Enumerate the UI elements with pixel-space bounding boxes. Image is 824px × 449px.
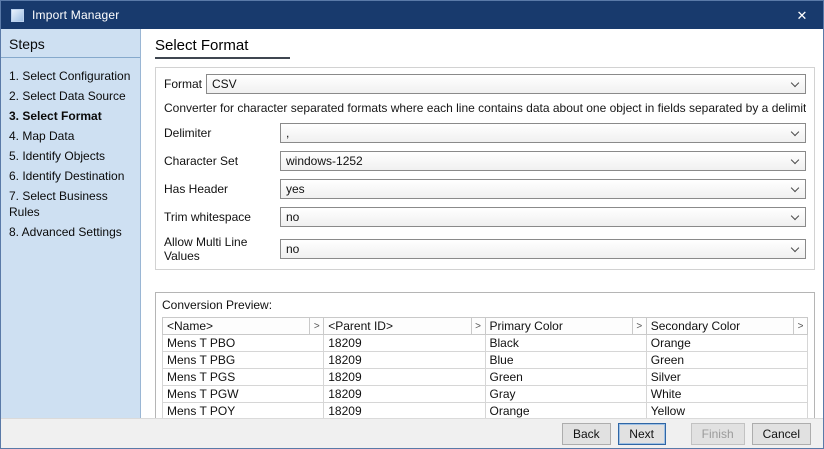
trim-whitespace-value: no: [286, 210, 299, 224]
has-header-value: yes: [286, 182, 305, 196]
format-settings-panel: Format CSV Converter for character separ…: [155, 67, 815, 270]
character-set-label: Character Set: [164, 154, 280, 168]
sidebar-item-select-data-source[interactable]: 2. Select Data Source: [5, 86, 136, 106]
chevron-down-icon: [791, 212, 799, 220]
column-expand-icon[interactable]: >: [793, 318, 807, 334]
cell-parent-id: 18209: [324, 369, 485, 386]
title-bar[interactable]: Import Manager ✕: [1, 1, 823, 29]
cell-secondary-color: Orange: [646, 335, 807, 352]
column-header-parent-id[interactable]: <Parent ID> >: [324, 318, 485, 335]
chevron-down-icon: [791, 79, 799, 87]
character-set-select[interactable]: windows-1252: [280, 151, 806, 171]
chevron-down-icon: [791, 128, 799, 136]
table-row: Mens T PBG 18209 Blue Green: [163, 352, 808, 369]
steps-sidebar: Steps 1. Select Configuration 2. Select …: [1, 29, 141, 418]
has-header-select[interactable]: yes: [280, 179, 806, 199]
table-row: Mens T PGS 18209 Green Silver: [163, 369, 808, 386]
delimiter-value: ,: [286, 126, 289, 140]
trim-whitespace-select[interactable]: no: [280, 207, 806, 227]
chevron-down-icon: [791, 244, 799, 252]
preview-table: <Name> > <Parent ID> > Primary Color >: [162, 317, 808, 420]
steps-list: 1. Select Configuration 2. Select Data S…: [1, 58, 140, 250]
format-description: Converter for character separated format…: [164, 101, 806, 115]
app-icon: [11, 9, 24, 22]
cell-primary-color: Black: [485, 335, 646, 352]
cell-secondary-color: Silver: [646, 369, 807, 386]
delimiter-select[interactable]: ,: [280, 123, 806, 143]
table-row: Mens T PGW 18209 Gray White: [163, 386, 808, 403]
cell-parent-id: 18209: [324, 335, 485, 352]
table-row: Mens T PBO 18209 Black Orange: [163, 335, 808, 352]
format-label: Format: [164, 77, 206, 91]
trim-whitespace-label: Trim whitespace: [164, 210, 280, 224]
delimiter-row: Delimiter ,: [164, 123, 806, 143]
cell-primary-color: Blue: [485, 352, 646, 369]
sidebar-item-select-business-rules[interactable]: 7. Select Business Rules: [5, 186, 136, 222]
chevron-down-icon: [791, 184, 799, 192]
dialog-footer: Back Next Finish Cancel: [1, 418, 823, 448]
finish-button[interactable]: Finish: [691, 423, 745, 445]
character-set-row: Character Set windows-1252: [164, 151, 806, 171]
sidebar-item-identify-objects[interactable]: 5. Identify Objects: [5, 146, 136, 166]
window-title: Import Manager: [32, 8, 120, 22]
format-value: CSV: [212, 77, 237, 91]
column-expand-icon[interactable]: >: [309, 318, 323, 334]
format-row: Format CSV: [164, 74, 806, 94]
multi-line-values-value: no: [286, 242, 299, 256]
cell-parent-id: 18209: [324, 403, 485, 420]
cell-secondary-color: Green: [646, 352, 807, 369]
preview-header-row: <Name> > <Parent ID> > Primary Color >: [163, 318, 808, 335]
cell-name: Mens T PGS: [163, 369, 324, 386]
sidebar-item-select-format[interactable]: 3. Select Format: [5, 106, 136, 126]
column-header-secondary-color[interactable]: Secondary Color >: [646, 318, 807, 335]
cell-name: Mens T PBG: [163, 352, 324, 369]
cell-name: Mens T POY: [163, 403, 324, 420]
multi-line-values-label: Allow Multi Line Values: [164, 235, 280, 263]
cell-primary-color: Gray: [485, 386, 646, 403]
conversion-preview-label: Conversion Preview:: [162, 298, 808, 312]
dialog-body: Steps 1. Select Configuration 2. Select …: [1, 29, 823, 418]
page-title: Select Format: [155, 35, 290, 59]
multi-line-values-select[interactable]: no: [280, 239, 806, 259]
cell-primary-color: Orange: [485, 403, 646, 420]
next-button[interactable]: Next: [618, 423, 666, 445]
cell-name: Mens T PGW: [163, 386, 324, 403]
cell-secondary-color: Yellow: [646, 403, 807, 420]
chevron-down-icon: [791, 156, 799, 164]
cell-primary-color: Green: [485, 369, 646, 386]
has-header-row: Has Header yes: [164, 179, 806, 199]
back-button[interactable]: Back: [562, 423, 611, 445]
sidebar-item-select-configuration[interactable]: 1. Select Configuration: [5, 66, 136, 86]
table-row: Mens T POY 18209 Orange Yellow: [163, 403, 808, 420]
column-expand-icon[interactable]: >: [471, 318, 485, 334]
column-header-label: Secondary Color: [651, 319, 740, 333]
column-header-name[interactable]: <Name> >: [163, 318, 324, 335]
has-header-label: Has Header: [164, 182, 280, 196]
column-expand-icon[interactable]: >: [632, 318, 646, 334]
cell-parent-id: 18209: [324, 352, 485, 369]
conversion-preview-group: Conversion Preview: <Name> > <Parent ID>…: [155, 292, 815, 429]
column-header-label: <Name>: [167, 319, 213, 333]
column-header-label: Primary Color: [490, 319, 563, 333]
sidebar-title: Steps: [1, 29, 140, 58]
column-header-primary-color[interactable]: Primary Color >: [485, 318, 646, 335]
format-select[interactable]: CSV: [206, 74, 806, 94]
cancel-button[interactable]: Cancel: [752, 423, 811, 445]
multi-line-values-row: Allow Multi Line Values no: [164, 235, 806, 263]
cell-secondary-color: White: [646, 386, 807, 403]
cell-name: Mens T PBO: [163, 335, 324, 352]
trim-whitespace-row: Trim whitespace no: [164, 207, 806, 227]
sidebar-item-identify-destination[interactable]: 6. Identify Destination: [5, 166, 136, 186]
cell-parent-id: 18209: [324, 386, 485, 403]
close-icon[interactable]: ✕: [791, 9, 813, 22]
import-manager-dialog: Import Manager ✕ Steps 1. Select Configu…: [0, 0, 824, 449]
character-set-value: windows-1252: [286, 154, 363, 168]
delimiter-label: Delimiter: [164, 126, 280, 140]
sidebar-item-map-data[interactable]: 4. Map Data: [5, 126, 136, 146]
sidebar-item-advanced-settings[interactable]: 8. Advanced Settings: [5, 222, 136, 242]
main-panel: Select Format Format CSV Converter for c…: [141, 29, 823, 418]
column-header-label: <Parent ID>: [328, 319, 393, 333]
